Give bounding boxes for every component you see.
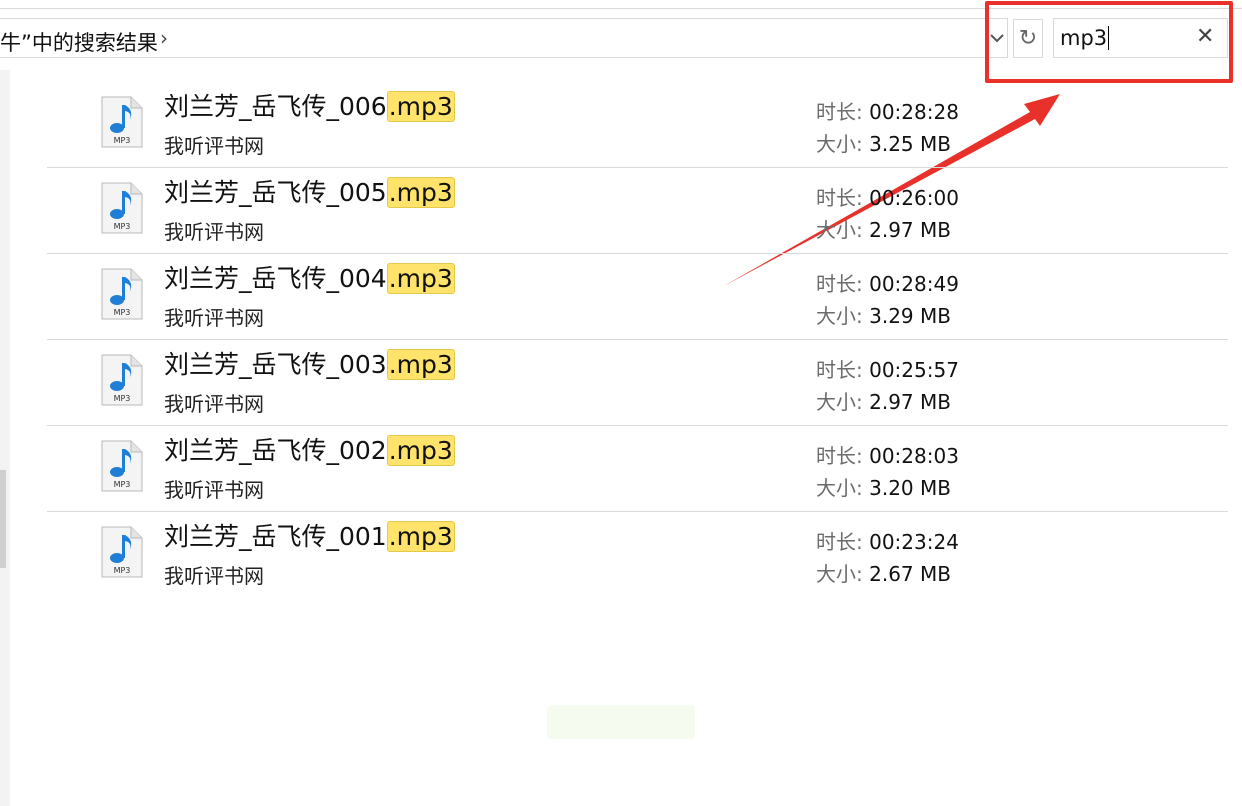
size-value: 2.97 MB: [869, 390, 951, 414]
size-label: 大小:: [816, 218, 863, 242]
file-name[interactable]: 刘兰芳_岳飞传_001.mp3: [164, 520, 455, 554]
file-name[interactable]: 刘兰芳_岳飞传_003.mp3: [164, 348, 455, 382]
duration-label: 时长:: [816, 444, 863, 468]
duration-label: 时长:: [816, 100, 863, 124]
file-artist: 我听评书网: [164, 392, 264, 416]
file-size: 大小: 3.25 MB: [816, 128, 951, 157]
file-name-prefix: 刘兰芳_岳飞传_004: [164, 264, 387, 293]
mp3-file-icon: MP3: [101, 182, 143, 234]
result-row[interactable]: MP3 刘兰芳_岳飞传_003.mp3 我听评书网 时长: 00:25:57 大小: 2…: [47, 340, 1228, 426]
file-artist: 我听评书网: [164, 134, 264, 158]
file-duration: 时长: 00:28:28: [816, 96, 959, 125]
search-match-highlight: .mp3: [386, 349, 455, 380]
duration-label: 时长:: [816, 358, 863, 382]
size-value: 3.25 MB: [869, 132, 951, 156]
chevron-right-icon[interactable]: ›: [160, 26, 168, 50]
size-value: 2.67 MB: [869, 562, 951, 586]
search-match-highlight: .mp3: [386, 177, 455, 208]
file-size: 大小: 3.29 MB: [816, 300, 951, 329]
duration-value: 00:28:28: [869, 100, 959, 124]
navigation-pane-edge: [0, 70, 10, 806]
duration-value: 00:26:00: [869, 186, 959, 210]
size-value: 3.20 MB: [869, 476, 951, 500]
duration-value: 00:25:57: [869, 358, 959, 382]
annotation-highlight-box: [985, 1, 1233, 83]
size-label: 大小:: [816, 562, 863, 586]
size-label: 大小:: [816, 476, 863, 500]
size-label: 大小:: [816, 390, 863, 414]
duration-value: 00:28:03: [869, 444, 959, 468]
svg-text:MP3: MP3: [114, 136, 131, 145]
result-row[interactable]: MP3 刘兰芳_岳飞传_005.mp3 我听评书网 时长: 00:26:00 大小: 2…: [47, 168, 1228, 254]
file-duration: 时长: 00:28:03: [816, 440, 959, 469]
address-bar[interactable]: 牛”中的搜索结果 ›: [0, 18, 1008, 58]
file-size: 大小: 3.20 MB: [816, 472, 951, 501]
file-name-prefix: 刘兰芳_岳飞传_001: [164, 522, 387, 551]
result-row[interactable]: MP3 刘兰芳_岳飞传_006.mp3 我听评书网 时长: 00:28:28 大小: 3…: [47, 82, 1228, 168]
duration-label: 时长:: [816, 272, 863, 296]
search-match-highlight: .mp3: [386, 521, 455, 552]
search-match-highlight: .mp3: [386, 263, 455, 294]
file-name-prefix: 刘兰芳_岳飞传_005: [164, 178, 387, 207]
mp3-file-icon: MP3: [101, 354, 143, 406]
mp3-file-icon: MP3: [101, 440, 143, 492]
size-label: 大小:: [816, 132, 863, 156]
file-duration: 时长: 00:26:00: [816, 182, 959, 211]
search-match-highlight: .mp3: [386, 91, 455, 122]
file-name-prefix: 刘兰芳_岳飞传_006: [164, 92, 387, 121]
duration-label: 时长:: [816, 186, 863, 210]
file-name[interactable]: 刘兰芳_岳飞传_004.mp3: [164, 262, 455, 296]
duration-value: 00:23:24: [869, 530, 959, 554]
file-duration: 时长: 00:28:49: [816, 268, 959, 297]
file-name-prefix: 刘兰芳_岳飞传_003: [164, 350, 387, 379]
duration-label: 时长:: [816, 530, 863, 554]
file-artist: 我听评书网: [164, 478, 264, 502]
result-row[interactable]: MP3 刘兰芳_岳飞传_002.mp3 我听评书网 时长: 00:28:03 大小: 3…: [47, 426, 1228, 512]
svg-text:MP3: MP3: [114, 480, 131, 489]
file-artist: 我听评书网: [164, 306, 264, 330]
file-size: 大小: 2.97 MB: [816, 386, 951, 415]
svg-text:MP3: MP3: [114, 222, 131, 231]
size-value: 2.97 MB: [869, 218, 951, 242]
mp3-file-icon: MP3: [101, 268, 143, 320]
svg-text:MP3: MP3: [114, 308, 131, 317]
file-duration: 时长: 00:25:57: [816, 354, 959, 383]
result-row[interactable]: MP3 刘兰芳_岳飞传_004.mp3 我听评书网 时长: 00:28:49 大小: 3…: [47, 254, 1228, 340]
mp3-file-icon: MP3: [101, 96, 143, 148]
file-name[interactable]: 刘兰芳_岳飞传_002.mp3: [164, 434, 455, 468]
duration-value: 00:28:49: [869, 272, 959, 296]
faint-overlay: [547, 705, 695, 739]
svg-text:MP3: MP3: [114, 394, 131, 403]
navigation-pane-scrollbar[interactable]: [0, 470, 6, 568]
file-size: 大小: 2.67 MB: [816, 558, 951, 587]
size-label: 大小:: [816, 304, 863, 328]
file-artist: 我听评书网: [164, 220, 264, 244]
file-name-prefix: 刘兰芳_岳飞传_002: [164, 436, 387, 465]
file-name[interactable]: 刘兰芳_岳飞传_006.mp3: [164, 90, 455, 124]
file-size: 大小: 2.97 MB: [816, 214, 951, 243]
svg-text:MP3: MP3: [114, 566, 131, 575]
breadcrumb[interactable]: 牛”中的搜索结果: [0, 27, 158, 57]
size-value: 3.29 MB: [869, 304, 951, 328]
search-match-highlight: .mp3: [386, 435, 455, 466]
file-name[interactable]: 刘兰芳_岳飞传_005.mp3: [164, 176, 455, 210]
result-row[interactable]: MP3 刘兰芳_岳飞传_001.mp3 我听评书网 时长: 00:23:24 大小: 2…: [47, 512, 1228, 598]
file-artist: 我听评书网: [164, 564, 264, 588]
search-results-list: MP3 刘兰芳_岳飞传_006.mp3 我听评书网 时长: 00:28:28 大小: 3…: [47, 82, 1228, 598]
mp3-file-icon: MP3: [101, 526, 143, 578]
file-duration: 时长: 00:23:24: [816, 526, 959, 555]
